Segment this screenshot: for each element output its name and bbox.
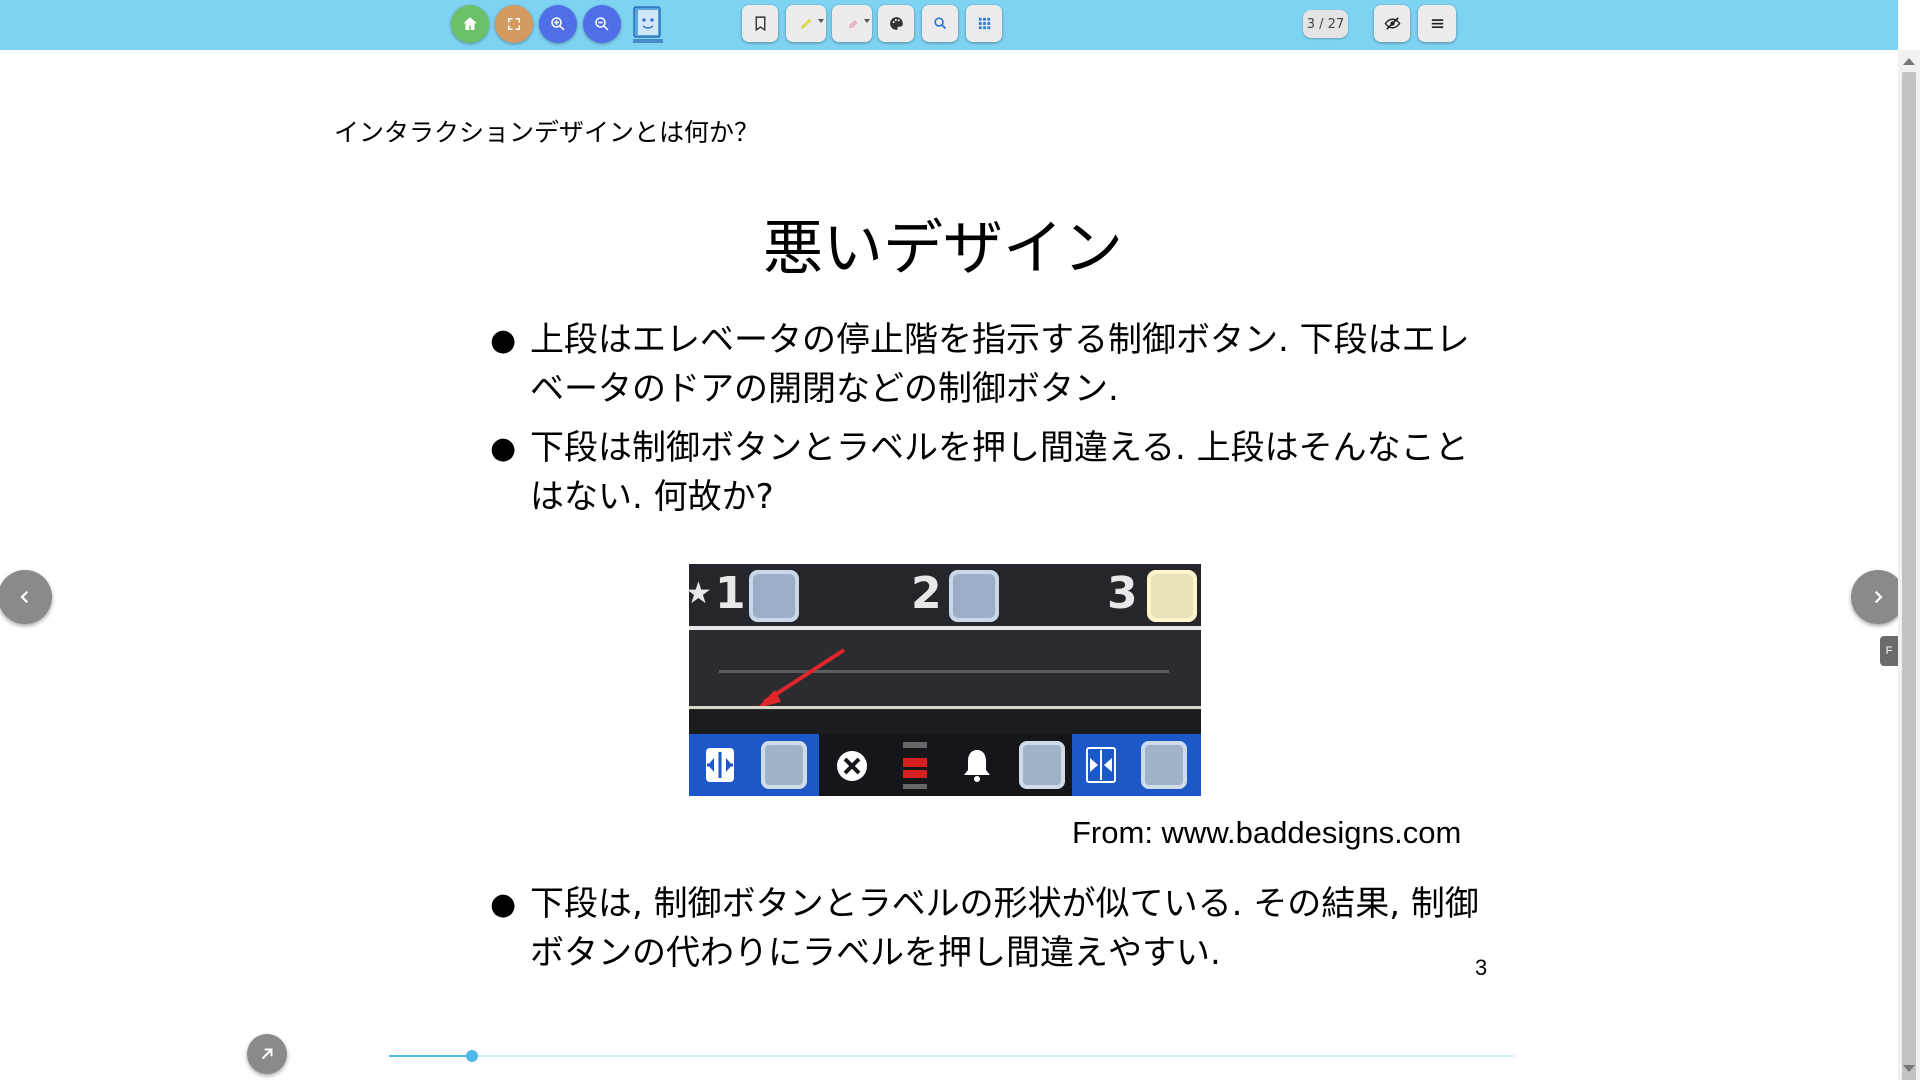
- bullet-item: ● 上段はエレベータの停止階を指示する制御ボタン. 下段はエレベータのドアの開閉…: [490, 316, 1490, 414]
- floor-number: 2: [911, 568, 942, 619]
- previous-page-button[interactable]: [0, 570, 52, 624]
- dropdown-caret: [818, 19, 824, 23]
- cancel-label-icon: [837, 751, 867, 781]
- hide-icon: [1384, 17, 1400, 30]
- fullscreen-icon: [508, 18, 520, 30]
- slide-header: インタラクションデザインとは何か？: [334, 118, 760, 147]
- share-button[interactable]: [247, 1034, 287, 1074]
- bullet-dot: ●: [490, 887, 517, 922]
- bookmark-icon: [755, 16, 765, 32]
- highlighter-button[interactable]: [786, 5, 826, 42]
- bullet-text: 下段は, 制御ボタンとラベルの形状が似ている. その結果, 制御ボタンの代わりに…: [530, 884, 1479, 973]
- lower-panel: [689, 734, 1201, 796]
- bullet-dot: ●: [490, 323, 517, 358]
- stop-label-icon: [903, 742, 927, 789]
- slide-viewer: 3 / 27 インタラクションデザインとは何か？ 悪いデザイン ● 上段はエレベ…: [0, 0, 1920, 1080]
- chevron-left-icon: [20, 590, 29, 604]
- grid-view-button[interactable]: [966, 5, 1002, 42]
- door-close-label-icon: [1086, 747, 1116, 783]
- door-open-label-icon: [706, 748, 734, 782]
- side-tab[interactable]: F: [1880, 636, 1898, 666]
- external-link-icon: [261, 1048, 273, 1060]
- palette-button[interactable]: [878, 5, 914, 42]
- bell-label-icon: [964, 750, 990, 782]
- fullscreen-button[interactable]: [495, 5, 533, 43]
- floor-button: [749, 570, 799, 622]
- scrollbar-thumb[interactable]: [1902, 72, 1916, 1080]
- middle-panel: [689, 630, 1201, 710]
- top-toolbar: 3 / 27: [0, 0, 1898, 50]
- bullet-text: 上段はエレベータの停止階を指示する制御ボタン. 下段はエレベータのドアの開閉など…: [530, 320, 1470, 409]
- highlighter-icon: [800, 18, 811, 30]
- zoom-out-icon: [595, 17, 609, 31]
- bell-button: [1019, 741, 1065, 789]
- zoom-in-button[interactable]: [539, 5, 577, 43]
- bullet-item: ● 下段は, 制御ボタンとラベルの形状が似ている. その結果, 制御ボタンの代わ…: [490, 880, 1490, 978]
- pen-button[interactable]: [832, 5, 872, 42]
- progress-knob[interactable]: [466, 1050, 479, 1062]
- search-icon: [933, 17, 946, 30]
- slide-page-number: 3: [1475, 955, 1488, 980]
- door-close-button: [1141, 741, 1187, 789]
- star-glyph: ★: [689, 576, 712, 611]
- next-page-button[interactable]: [1851, 570, 1905, 624]
- chevron-right-icon: [1874, 590, 1883, 604]
- bullet-dot: ●: [490, 431, 517, 466]
- progress-fill: [389, 1055, 473, 1057]
- bookmark-button[interactable]: [742, 5, 778, 42]
- floor-number: 3: [1107, 568, 1138, 619]
- palette-icon: [889, 17, 903, 30]
- elevator-buttons-image: ★ 1 2 3: [689, 564, 1201, 796]
- menu-icon: [1431, 19, 1443, 29]
- home-button[interactable]: [451, 5, 489, 43]
- book-logo-icon[interactable]: [630, 4, 666, 46]
- door-open-button: [761, 741, 807, 789]
- bullet-item: ● 下段は制御ボタンとラベルを押し間違える. 上段はそんなことはない. 何故か?: [490, 424, 1490, 522]
- upper-panel: ★ 1 2 3: [689, 564, 1201, 626]
- hide-toolbar-button[interactable]: [1374, 5, 1410, 42]
- vertical-scrollbar[interactable]: [1898, 50, 1920, 1080]
- pen-icon: [848, 20, 857, 29]
- menu-button[interactable]: [1418, 5, 1456, 42]
- dropdown-caret: [864, 19, 870, 23]
- scroll-up-arrow-icon[interactable]: [1903, 58, 1915, 65]
- panel-divider: [689, 706, 1201, 709]
- home-icon: [463, 17, 477, 30]
- red-arrow-icon: [719, 648, 1169, 708]
- zoom-in-icon: [551, 17, 565, 31]
- floor-button-lit: [1147, 570, 1197, 622]
- bullet-text: 下段は制御ボタンとラベルを押し間違える. 上段はそんなことはない. 何故か?: [530, 428, 1469, 517]
- slide-title: 悪いデザイン: [763, 214, 1123, 284]
- image-caption: From: www.baddesigns.com: [1072, 815, 1462, 850]
- scroll-down-arrow-icon[interactable]: [1903, 1065, 1915, 1072]
- zoom-out-button[interactable]: [583, 5, 621, 43]
- page-counter: 3 / 27: [1303, 10, 1348, 38]
- floor-button: [949, 570, 999, 622]
- search-button[interactable]: [922, 5, 958, 42]
- page-progress-slider[interactable]: [389, 1050, 1514, 1062]
- floor-number: 1: [715, 568, 746, 619]
- grid-icon: [978, 17, 990, 30]
